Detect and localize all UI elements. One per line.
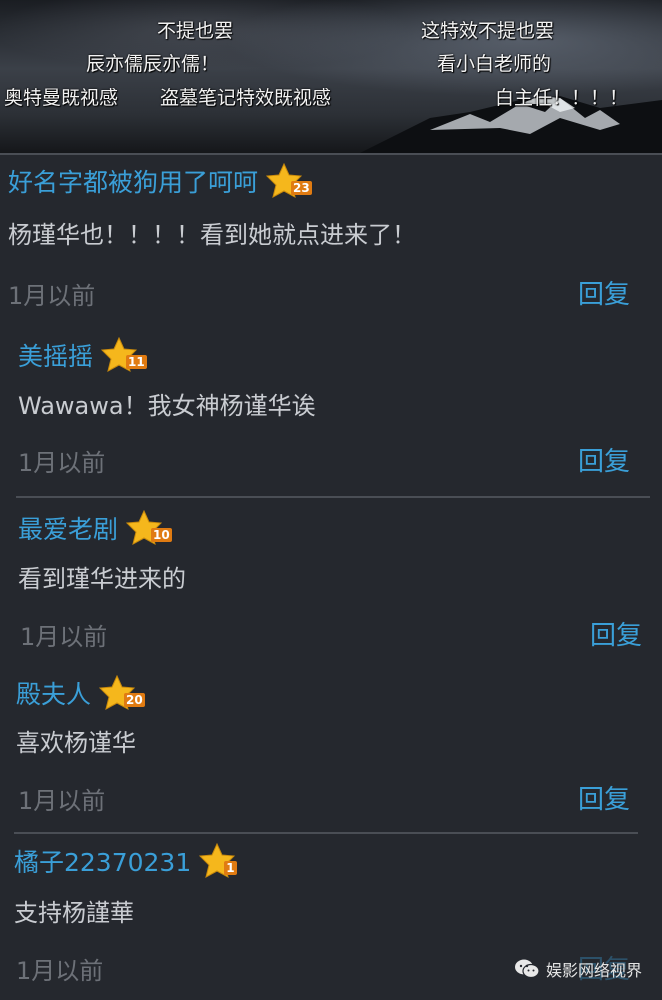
comment-username[interactable]: 美摇摇 [18,337,93,373]
danmaku-comment: 辰亦儒辰亦儒！ [86,53,220,75]
comment-text: 看到瑾华进来的 [18,565,186,593]
user-level-badge: 20 [99,675,145,711]
comment-text: 杨瑾华也！！！！看到她就点进来了！ [8,221,416,249]
comment-divider [16,496,650,498]
danmaku-comment: 看小白老师的 [437,53,552,75]
mountain-scene [360,96,662,153]
reply-button[interactable]: 回复 [578,274,630,311]
reply-button[interactable]: 回复 [578,441,630,478]
comment-text: 支持杨謹華 [14,899,134,927]
comment-header: 美摇摇 11 [18,337,147,373]
comment-header: 最爱老剧 10 [18,510,172,546]
wechat-watermark: 娱影网络视界 [514,957,642,981]
danmaku-comment: 盗墓笔记特效既视感 [160,87,332,109]
comment-header: 橘子22370231 1 [14,843,243,879]
danmaku-comment: 白主任！！！！ [495,87,629,109]
comment-text: 喜欢杨谨华 [16,729,136,757]
comment-time: 1月以前 [18,787,106,815]
comment-header: 好名字都被狗用了呵呵 23 [8,163,312,199]
user-level-badge: 11 [101,337,147,373]
comment-username[interactable]: 好名字都被狗用了呵呵 [8,163,258,199]
comment-time: 1月以前 [16,957,104,985]
comment-time: 1月以前 [8,282,96,310]
user-level-badge: 10 [126,510,172,546]
danmaku-comment: 不提也罢 [157,20,234,42]
danmaku-comment: 奥特曼既视感 [4,87,119,109]
comment-text: Wawawa！我女神杨谨华诶 [18,392,316,420]
user-level-number: 23 [291,181,312,195]
reply-button[interactable]: 回复 [590,615,642,652]
user-level-badge: 1 [199,843,243,879]
watermark-text: 娱影网络视界 [546,961,643,980]
comment-time: 1月以前 [18,449,106,477]
user-level-badge: 23 [266,163,312,199]
video-player-strip[interactable]: 不提也罢 这特效不提也罢 辰亦儒辰亦儒！ 看小白老师的 奥特曼既视感 盗墓笔记特… [0,0,662,153]
comment-username[interactable]: 橘子22370231 [14,843,191,879]
wechat-icon [515,959,540,979]
header-divider [0,153,662,155]
comment-header: 殿夫人 20 [16,675,145,711]
danmaku-comment: 这特效不提也罢 [421,20,555,42]
comment-divider [14,832,638,834]
comment-username[interactable]: 殿夫人 [16,675,91,711]
comment-username[interactable]: 最爱老剧 [18,510,118,546]
user-level-number: 20 [124,693,145,707]
user-level-number: 1 [224,861,237,875]
user-level-number: 11 [126,355,147,369]
reply-button[interactable]: 回复 [578,779,630,816]
user-level-number: 10 [151,528,172,542]
comment-time: 1月以前 [20,623,108,651]
